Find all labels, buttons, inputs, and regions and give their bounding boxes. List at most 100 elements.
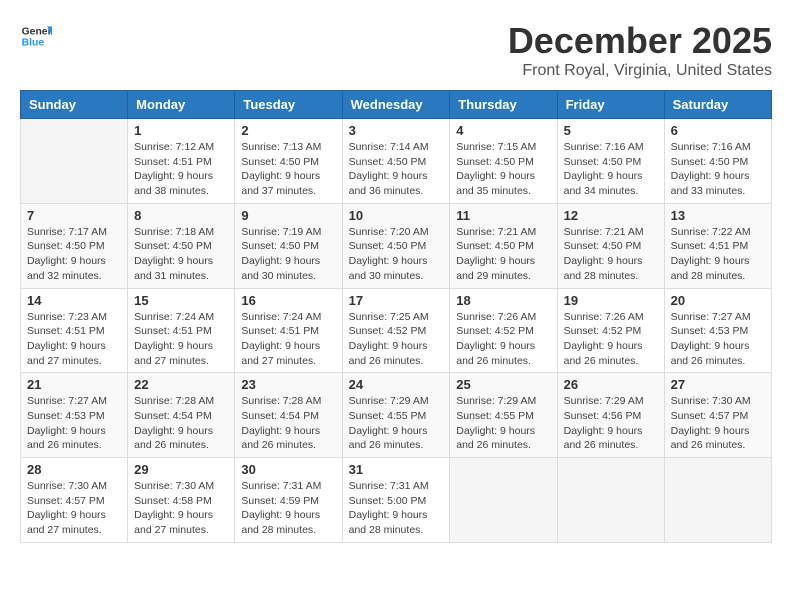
day-number: 8: [134, 208, 228, 223]
svg-text:General: General: [22, 26, 52, 37]
day-number: 17: [349, 293, 444, 308]
calendar-cell: [450, 458, 557, 543]
title-area: December 2025 Front Royal, Virginia, Uni…: [508, 20, 772, 80]
day-number: 28: [27, 462, 121, 477]
day-info: Sunrise: 7:24 AMSunset: 4:51 PMDaylight:…: [241, 310, 335, 369]
day-number: 30: [241, 462, 335, 477]
day-info: Sunrise: 7:20 AMSunset: 4:50 PMDaylight:…: [349, 225, 444, 284]
day-info: Sunrise: 7:18 AMSunset: 4:50 PMDaylight:…: [134, 225, 228, 284]
calendar-cell: 17Sunrise: 7:25 AMSunset: 4:52 PMDayligh…: [342, 288, 450, 373]
weekday-header-cell: Sunday: [21, 91, 128, 119]
calendar-cell: 10 Sunrise: 7:20 AMSunset: 4:50 PMDayligh…: [342, 203, 450, 288]
day-number: 3: [349, 123, 444, 138]
calendar-cell: 18Sunrise: 7:26 AMSunset: 4:52 PMDayligh…: [450, 288, 557, 373]
calendar-cell: 28 Sunrise: 7:30 AMSunset: 4:57 PMDayligh…: [21, 458, 128, 543]
calendar-cell: 13 Sunrise: 7:22 AMSunset: 4:51 PMDayligh…: [664, 203, 771, 288]
day-number: 12: [564, 208, 658, 223]
day-number: 10: [349, 208, 444, 223]
location-title: Front Royal, Virginia, United States: [508, 62, 772, 80]
day-number: 25: [456, 377, 550, 392]
calendar-cell: 21 Sunrise: 7:27 AMSunset: 4:53 PMDayligh…: [21, 373, 128, 458]
day-number: 13: [671, 208, 765, 223]
logo-icon: General Blue: [20, 20, 52, 52]
day-number: 24: [349, 377, 444, 392]
weekday-header-cell: Monday: [128, 91, 235, 119]
calendar-cell: 12Sunrise: 7:21 AMSunset: 4:50 PMDayligh…: [557, 203, 664, 288]
day-info: Sunrise: 7:29 AMSunset: 4:55 PMDaylight:…: [456, 394, 550, 453]
weekday-header-cell: Thursday: [450, 91, 557, 119]
calendar-cell: 4Sunrise: 7:15 AMSunset: 4:50 PMDaylight…: [450, 119, 557, 204]
calendar-cell: 16 Sunrise: 7:24 AMSunset: 4:51 PMDayligh…: [235, 288, 342, 373]
calendar-body: 1Sunrise: 7:12 AMSunset: 4:51 PMDaylight…: [21, 119, 772, 543]
svg-text:Blue: Blue: [22, 38, 45, 49]
day-number: 15: [134, 293, 228, 308]
day-info: Sunrise: 7:30 AMSunset: 4:57 PMDaylight:…: [27, 479, 121, 538]
month-title: December 2025: [508, 20, 772, 62]
day-number: 9: [241, 208, 335, 223]
calendar-cell: 7Sunrise: 7:17 AMSunset: 4:50 PMDaylight…: [21, 203, 128, 288]
day-number: 19: [564, 293, 658, 308]
calendar-week-row: 1Sunrise: 7:12 AMSunset: 4:51 PMDaylight…: [21, 119, 772, 204]
weekday-header-cell: Wednesday: [342, 91, 450, 119]
day-info: Sunrise: 7:15 AMSunset: 4:50 PMDaylight:…: [456, 140, 550, 199]
calendar-cell: 29Sunrise: 7:30 AMSunset: 4:58 PMDayligh…: [128, 458, 235, 543]
day-info: Sunrise: 7:13 AMSunset: 4:50 PMDaylight:…: [241, 140, 335, 199]
weekday-header-row: SundayMondayTuesdayWednesdayThursdayFrid…: [21, 91, 772, 119]
day-info: Sunrise: 7:23 AMSunset: 4:51 PMDaylight:…: [27, 310, 121, 369]
day-info: Sunrise: 7:26 AMSunset: 4:52 PMDaylight:…: [456, 310, 550, 369]
day-info: Sunrise: 7:14 AMSunset: 4:50 PMDaylight:…: [349, 140, 444, 199]
calendar-cell: 19 Sunrise: 7:26 AMSunset: 4:52 PMDayligh…: [557, 288, 664, 373]
calendar-cell: 27 Sunrise: 7:30 AMSunset: 4:57 PMDayligh…: [664, 373, 771, 458]
day-info: Sunrise: 7:29 AMSunset: 4:56 PMDaylight:…: [564, 394, 658, 453]
header: General Blue December 2025 Front Royal, …: [20, 20, 772, 80]
calendar-cell: 31 Sunrise: 7:31 AMSunset: 5:00 PMDayligh…: [342, 458, 450, 543]
day-number: 6: [671, 123, 765, 138]
day-info: Sunrise: 7:30 AMSunset: 4:58 PMDaylight:…: [134, 479, 228, 538]
calendar-cell: 26Sunrise: 7:29 AMSunset: 4:56 PMDayligh…: [557, 373, 664, 458]
day-info: Sunrise: 7:28 AMSunset: 4:54 PMDaylight:…: [134, 394, 228, 453]
day-info: Sunrise: 7:31 AMSunset: 5:00 PMDaylight:…: [349, 479, 444, 538]
calendar-cell: 30Sunrise: 7:31 AMSunset: 4:59 PMDayligh…: [235, 458, 342, 543]
day-number: 20: [671, 293, 765, 308]
day-info: Sunrise: 7:12 AMSunset: 4:51 PMDaylight:…: [134, 140, 228, 199]
calendar-cell: 14 Sunrise: 7:23 AMSunset: 4:51 PMDayligh…: [21, 288, 128, 373]
calendar-cell: 11 Sunrise: 7:21 AMSunset: 4:50 PMDayligh…: [450, 203, 557, 288]
calendar-cell: 9 Sunrise: 7:19 AMSunset: 4:50 PMDaylight…: [235, 203, 342, 288]
calendar-cell: [557, 458, 664, 543]
day-info: Sunrise: 7:27 AMSunset: 4:53 PMDaylight:…: [27, 394, 121, 453]
calendar-cell: 24 Sunrise: 7:29 AMSunset: 4:55 PMDayligh…: [342, 373, 450, 458]
calendar-week-row: 14 Sunrise: 7:23 AMSunset: 4:51 PMDayligh…: [21, 288, 772, 373]
day-number: 2: [241, 123, 335, 138]
day-number: 23: [241, 377, 335, 392]
day-number: 16: [241, 293, 335, 308]
day-info: Sunrise: 7:21 AMSunset: 4:50 PMDaylight:…: [456, 225, 550, 284]
calendar-cell: 6 Sunrise: 7:16 AMSunset: 4:50 PMDaylight…: [664, 119, 771, 204]
calendar-cell: 20 Sunrise: 7:27 AMSunset: 4:53 PMDayligh…: [664, 288, 771, 373]
weekday-header-cell: Saturday: [664, 91, 771, 119]
calendar: SundayMondayTuesdayWednesdayThursdayFrid…: [20, 90, 772, 543]
calendar-week-row: 28 Sunrise: 7:30 AMSunset: 4:57 PMDayligh…: [21, 458, 772, 543]
day-number: 27: [671, 377, 765, 392]
day-info: Sunrise: 7:16 AMSunset: 4:50 PMDaylight:…: [671, 140, 765, 199]
calendar-cell: 25 Sunrise: 7:29 AMSunset: 4:55 PMDayligh…: [450, 373, 557, 458]
calendar-cell: 3 Sunrise: 7:14 AMSunset: 4:50 PMDaylight…: [342, 119, 450, 204]
day-info: Sunrise: 7:24 AMSunset: 4:51 PMDaylight:…: [134, 310, 228, 369]
day-info: Sunrise: 7:22 AMSunset: 4:51 PMDaylight:…: [671, 225, 765, 284]
day-number: 5: [564, 123, 658, 138]
day-info: Sunrise: 7:16 AMSunset: 4:50 PMDaylight:…: [564, 140, 658, 199]
day-info: Sunrise: 7:29 AMSunset: 4:55 PMDaylight:…: [349, 394, 444, 453]
day-info: Sunrise: 7:26 AMSunset: 4:52 PMDaylight:…: [564, 310, 658, 369]
day-info: Sunrise: 7:27 AMSunset: 4:53 PMDaylight:…: [671, 310, 765, 369]
calendar-cell: 5 Sunrise: 7:16 AMSunset: 4:50 PMDaylight…: [557, 119, 664, 204]
day-number: 21: [27, 377, 121, 392]
day-number: 31: [349, 462, 444, 477]
calendar-cell: 8 Sunrise: 7:18 AMSunset: 4:50 PMDaylight…: [128, 203, 235, 288]
day-number: 14: [27, 293, 121, 308]
day-number: 11: [456, 208, 550, 223]
calendar-week-row: 7Sunrise: 7:17 AMSunset: 4:50 PMDaylight…: [21, 203, 772, 288]
day-info: Sunrise: 7:19 AMSunset: 4:50 PMDaylight:…: [241, 225, 335, 284]
calendar-cell: 1Sunrise: 7:12 AMSunset: 4:51 PMDaylight…: [128, 119, 235, 204]
calendar-cell: 22Sunrise: 7:28 AMSunset: 4:54 PMDayligh…: [128, 373, 235, 458]
day-info: Sunrise: 7:17 AMSunset: 4:50 PMDaylight:…: [27, 225, 121, 284]
day-info: Sunrise: 7:30 AMSunset: 4:57 PMDaylight:…: [671, 394, 765, 453]
